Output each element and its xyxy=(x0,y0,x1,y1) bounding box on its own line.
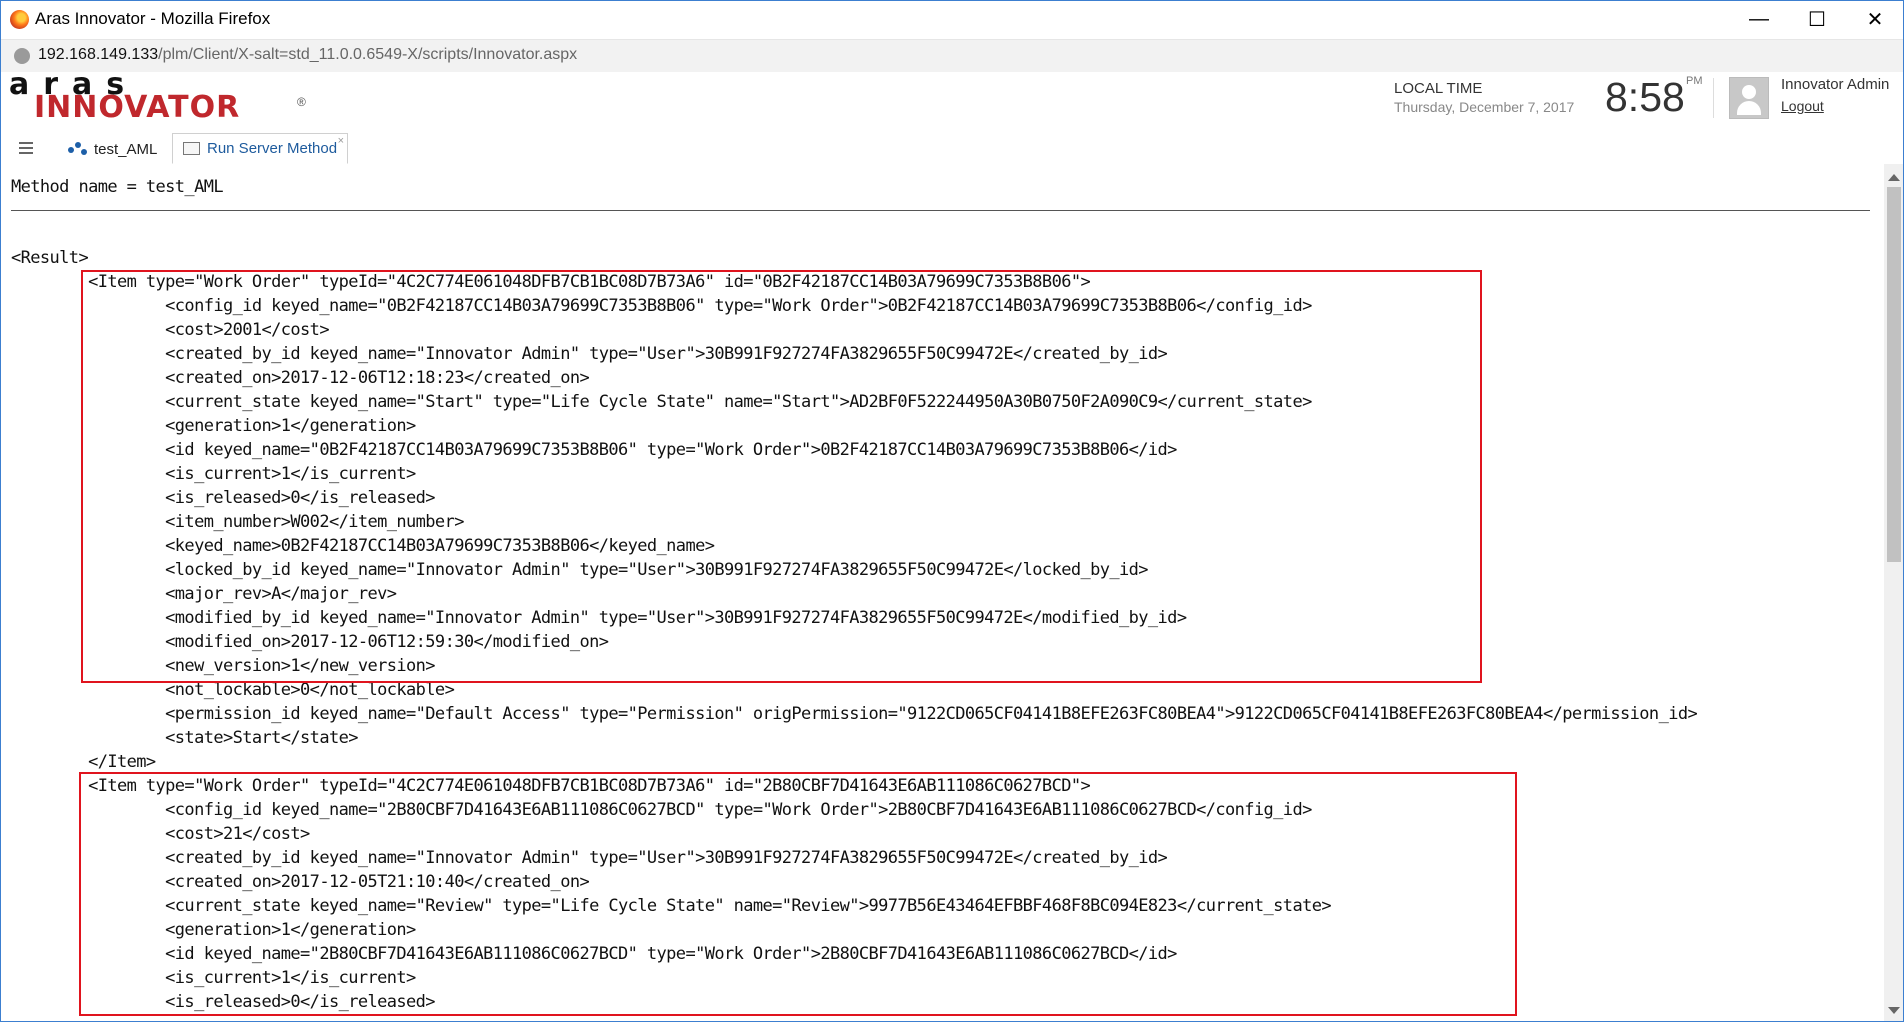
user-name: Innovator Admin xyxy=(1781,76,1890,93)
innovator-logo-text: INNOVATOR xyxy=(34,90,241,125)
clock-ampm: PM xyxy=(1686,75,1703,87)
maximize-button[interactable]: ☐ xyxy=(1788,0,1846,39)
local-time-label: LOCAL TIME xyxy=(1394,80,1483,97)
method-icon xyxy=(68,142,88,156)
menu-icon[interactable] xyxy=(19,142,33,154)
vertical-scrollbar[interactable] xyxy=(1884,164,1904,1022)
output-divider xyxy=(11,210,1870,211)
header-divider xyxy=(1713,78,1714,118)
url-host: 192.168.149.133 xyxy=(38,46,159,63)
highlight-box-item-1 xyxy=(81,270,1482,683)
highlight-box-item-2 xyxy=(79,772,1517,1016)
tab-run-server-method[interactable]: Run Server Method × xyxy=(172,133,348,164)
close-window-button[interactable]: ✕ xyxy=(1846,0,1904,39)
scroll-thumb[interactable] xyxy=(1887,187,1901,562)
registered-mark: ® xyxy=(297,95,306,109)
xml-line: </Item> xyxy=(11,752,156,772)
tab-test-aml[interactable]: test_AML xyxy=(56,134,169,164)
xml-line: <Result> xyxy=(11,248,89,268)
window-title: Aras Innovator - Mozilla Firefox xyxy=(35,9,271,28)
scroll-down-icon[interactable] xyxy=(1888,1007,1900,1014)
logout-link[interactable]: Logout xyxy=(1781,98,1824,114)
user-avatar-icon[interactable] xyxy=(1729,77,1769,119)
tab-close-icon[interactable]: × xyxy=(338,135,344,147)
window-icon xyxy=(183,142,200,155)
url-text[interactable]: 192.168.149.133/plm/Client/X-salt=std_11… xyxy=(38,46,577,64)
tab-run-server-method-label: Run Server Method xyxy=(207,140,338,157)
method-output: Method name = test_AML <Result> <Item ty… xyxy=(0,164,1884,1022)
method-name-line: Method name = test_AML xyxy=(11,177,224,197)
local-date: Thursday, December 7, 2017 xyxy=(1394,99,1575,115)
window-titlebar: Aras Innovator - Mozilla Firefox — ☐ ✕ xyxy=(0,0,1904,40)
address-bar[interactable]: 192.168.149.133/plm/Client/X-salt=std_11… xyxy=(0,40,1904,73)
scroll-up-icon[interactable] xyxy=(1888,174,1900,181)
minimize-button[interactable]: — xyxy=(1730,0,1788,39)
xml-line: <permission_id keyed_name="Default Acces… xyxy=(11,704,1698,724)
clock-time: 8:58 xyxy=(1605,74,1685,120)
url-path: /plm/Client/X-salt=std_11.0.0.6549-X/scr… xyxy=(158,46,578,63)
xml-line: <state>Start</state> xyxy=(11,728,358,748)
tab-test-aml-label: test_AML xyxy=(94,140,158,158)
globe-icon xyxy=(14,48,30,64)
firefox-icon xyxy=(10,10,29,29)
